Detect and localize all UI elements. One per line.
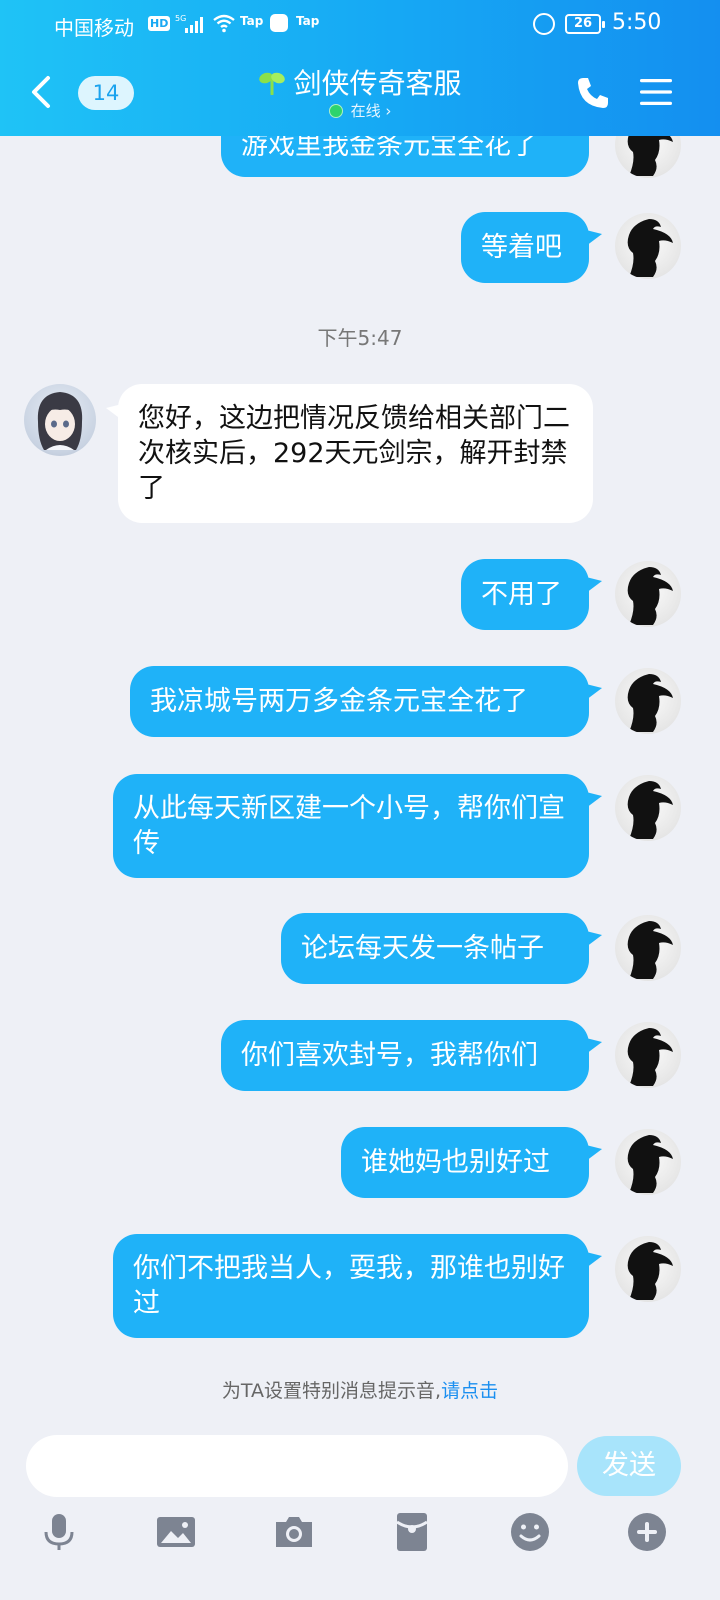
message-text: 等着吧 <box>481 232 562 263</box>
message-text: 从此每天新区建一个小号，帮你们宣传 <box>133 793 565 859</box>
message-text: 不用了 <box>481 579 562 610</box>
phone-icon[interactable] <box>574 74 612 112</box>
bubble-tail <box>586 931 602 947</box>
bubble-tail <box>586 684 602 700</box>
my-avatar-image <box>627 219 673 277</box>
presence-label: 在线 › <box>350 102 392 120</box>
chat-header: 14 剑侠传奇客服 在线 › <box>0 48 720 136</box>
my-avatar[interactable] <box>615 561 681 627</box>
message-bubble-outgoing[interactable]: 不用了 <box>461 559 589 630</box>
data-saver-icon <box>533 13 555 35</box>
message-input[interactable] <box>26 1435 568 1497</box>
battery-icon: 26 <box>565 14 605 34</box>
title-area[interactable]: 剑侠传奇客服 <box>0 62 720 102</box>
hd-icon: HD <box>148 16 171 31</box>
message-text: 我凉城号两万多金条元宝全花了 <box>150 686 528 717</box>
plus-icon[interactable] <box>625 1510 669 1554</box>
bubble-tail <box>586 230 602 246</box>
send-button[interactable]: 发送 <box>577 1436 681 1496</box>
presence-status[interactable]: 在线 › <box>0 100 720 121</box>
chat-timestamp: 下午5:47 <box>317 326 403 350</box>
tip-text: 为TA设置特别消息提示音, <box>221 1380 442 1402</box>
sprout-icon <box>259 72 286 95</box>
message-bubble-outgoing[interactable]: 谁她妈也别好过 <box>341 1127 589 1198</box>
service-avatar[interactable] <box>24 384 96 456</box>
my-avatar[interactable] <box>615 1022 681 1088</box>
my-avatar[interactable] <box>615 775 681 841</box>
bubble-tail <box>586 577 602 593</box>
bubble-tail <box>586 1145 602 1161</box>
carrier-name: 中国移动 <box>54 16 134 40</box>
tap-notification-icon: Tap <box>240 14 264 28</box>
my-avatar[interactable] <box>615 668 681 734</box>
status-time: 5:50 <box>612 10 662 35</box>
status-bar: 中国移动 HD 5G Tap Tap 26 5:50 <box>0 0 720 48</box>
signal-icon: 5G <box>175 14 203 33</box>
wifi-icon <box>213 14 235 33</box>
bubble-tail <box>586 1252 602 1268</box>
my-avatar-image <box>627 567 673 625</box>
my-avatar-image <box>627 674 673 732</box>
my-avatar-image <box>627 1135 673 1193</box>
my-avatar[interactable] <box>615 213 681 279</box>
my-avatar-image <box>627 921 673 979</box>
microphone-icon[interactable] <box>37 1510 81 1554</box>
tip-link[interactable]: 请点击 <box>441 1380 498 1402</box>
message-bubble-outgoing[interactable]: 我凉城号两万多金条元宝全花了 <box>130 666 589 737</box>
camera-icon[interactable] <box>272 1510 316 1554</box>
message-bubble-incoming[interactable]: 您好，这边把情况反馈给相关部门二次核实后，292天元剑宗，解开封禁了 <box>118 384 593 523</box>
bubble-tail <box>586 1038 602 1054</box>
network-label: 5G <box>175 14 186 23</box>
message-text: 您好，这边把情况反馈给相关部门二次核实后，292天元剑宗，解开封禁了 <box>138 403 570 504</box>
message-text: 你们不把我当人，耍我，那谁也别好过 <box>133 1253 565 1319</box>
message-bubble-outgoing[interactable]: 从此每天新区建一个小号，帮你们宣传 <box>113 774 589 878</box>
message-text: 你们喜欢封号，我帮你们 <box>241 1040 538 1071</box>
emoji-icon[interactable] <box>508 1510 552 1554</box>
my-avatar[interactable] <box>615 1129 681 1195</box>
my-avatar[interactable] <box>615 1236 681 1302</box>
service-avatar-image <box>37 392 83 450</box>
tap-notification-icon-2: Tap <box>296 14 320 28</box>
online-dot-icon <box>328 104 343 118</box>
music-app-icon <box>270 14 288 32</box>
notification-sound-tip: 为TA设置特别消息提示音,请点击 <box>0 1376 720 1403</box>
image-icon[interactable] <box>154 1510 198 1554</box>
my-avatar[interactable] <box>615 915 681 981</box>
chat-title: 剑侠传奇客服 <box>293 67 462 100</box>
menu-icon[interactable] <box>638 76 674 108</box>
message-bubble-outgoing[interactable]: 论坛每天发一条帖子 <box>281 913 589 984</box>
message-text: 论坛每天发一条帖子 <box>301 933 544 964</box>
my-avatar-image <box>627 781 673 839</box>
my-avatar-image <box>627 1028 673 1086</box>
top-bar: 中国移动 HD 5G Tap Tap 26 5:50 14 剑侠传奇客服 在线 … <box>0 0 720 136</box>
red-packet-icon[interactable] <box>390 1510 434 1554</box>
message-text: 谁她妈也别好过 <box>361 1147 550 1178</box>
message-bubble-outgoing[interactable]: 你们喜欢封号，我帮你们 <box>221 1020 589 1091</box>
my-avatar-image <box>627 1242 673 1300</box>
message-bubble-outgoing[interactable]: 等着吧 <box>461 212 589 283</box>
message-bubble-outgoing[interactable]: 你们不把我当人，耍我，那谁也别好过 <box>113 1234 589 1338</box>
bubble-tail <box>586 792 602 808</box>
